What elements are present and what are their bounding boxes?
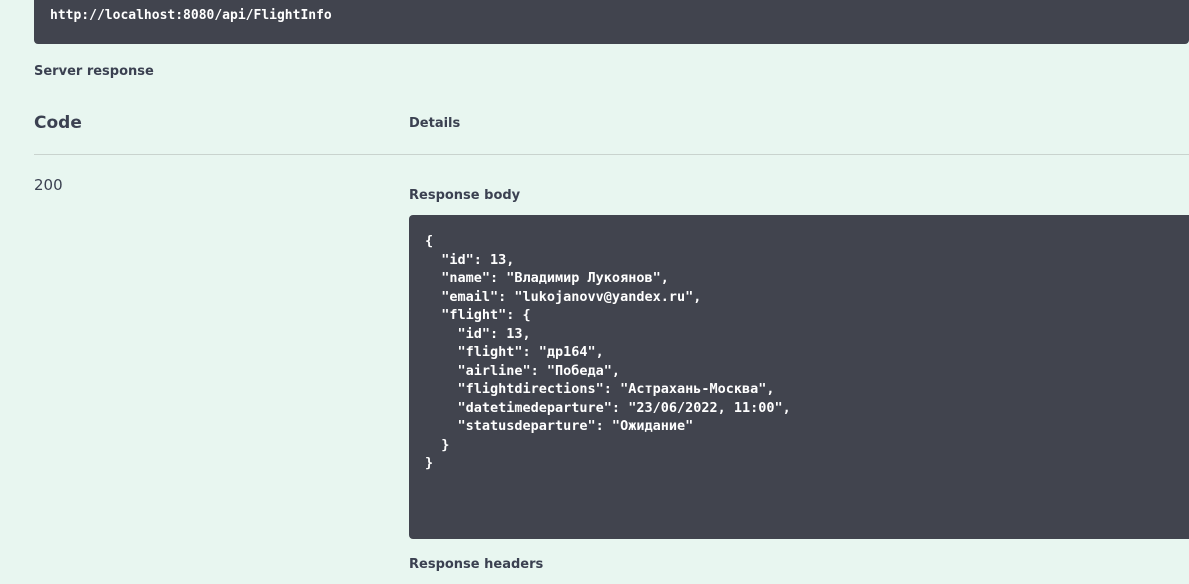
response-body-code[interactable]: { "id": 13, "name": "Владимир Лукоянов",… <box>409 215 1189 539</box>
request-url-box[interactable]: http://localhost:8080/api/FlightInfo <box>34 0 1189 44</box>
code-column-header: Code <box>34 113 82 133</box>
response-body-label: Response body <box>409 188 521 203</box>
response-status-code: 200 <box>34 176 63 194</box>
request-url: http://localhost:8080/api/FlightInfo <box>50 8 332 23</box>
header-divider <box>34 154 1189 155</box>
server-response-heading: Server response <box>34 64 154 79</box>
response-headers-label: Response headers <box>409 557 544 572</box>
details-column-header: Details <box>409 116 461 131</box>
